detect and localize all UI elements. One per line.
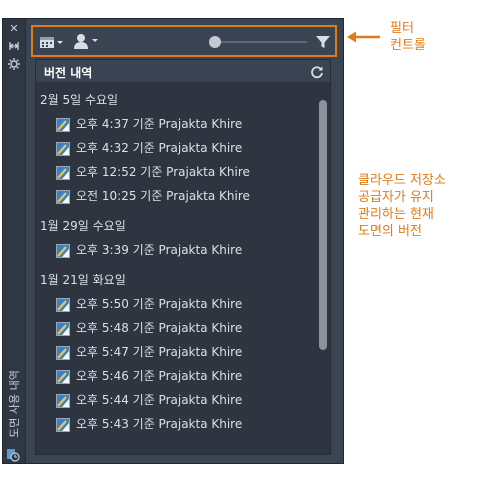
autohide-icon[interactable]: [7, 39, 21, 53]
version-item-label: 오후 5:50 기준 Prajakta Khire: [76, 297, 243, 311]
drawing-file-icon: [56, 297, 70, 312]
version-item[interactable]: 오후 4:32 기준 Prajakta Khire: [36, 136, 318, 160]
version-history-panel: 버전 내역 2월 5일 수요일오후 4:37 기준 Prajakta Khire…: [35, 59, 331, 455]
version-item[interactable]: 오후 5:50 기준 Prajakta Khire: [36, 292, 318, 316]
version-item[interactable]: 오후 12:52 기준 Prajakta Khire: [36, 160, 318, 184]
cloud-versions-callout: 클라우드 저장소 공급자가 유지 관리하는 현재 도면의 버전: [358, 173, 446, 239]
refresh-icon: [311, 66, 323, 79]
version-list: 2월 5일 수요일오후 4:37 기준 Prajakta Khire 오후 4:3…: [36, 82, 318, 436]
close-icon[interactable]: ✕: [7, 22, 21, 36]
filter-toolbar: [31, 25, 337, 57]
drawing-file-icon: [56, 345, 70, 360]
refresh-button[interactable]: [310, 64, 324, 79]
drawing-file-icon: [56, 189, 70, 204]
date-group-header: 2월 5일 수요일: [40, 93, 119, 107]
chevron-down-icon: [92, 39, 98, 42]
drawing-file-icon: [56, 141, 70, 156]
version-item[interactable]: 오후 5:47 기준 Prajakta Khire: [36, 340, 318, 364]
version-item-label: 오후 5:46 기준 Prajakta Khire: [76, 369, 243, 383]
drawing-history-icon: [6, 447, 20, 462]
drawing-file-icon: [56, 243, 70, 258]
drawing-file-icon: [56, 321, 70, 336]
drawing-file-icon: [56, 117, 70, 132]
version-item-label: 오후 5:48 기준 Prajakta Khire: [76, 321, 243, 335]
palette-vertical-title: 도면 사용 내역: [8, 370, 21, 438]
date-group-header: 1월 29일 수요일: [40, 219, 126, 233]
version-history-palette: ✕ 도면 사용 내역 버전 내역 2월 5일 수요일 오후 4:37 기준 Pr…: [2, 18, 344, 464]
version-item-label: 오후 5:44 기준 Prajakta Khire: [76, 393, 243, 407]
drawing-file-icon: [56, 393, 70, 408]
version-item[interactable]: 오전 10:25 기준 Prajakta Khire: [36, 184, 318, 208]
version-item[interactable]: 오후 3:39 기준 Prajakta Khire: [36, 238, 318, 262]
user-filter-button[interactable]: [73, 32, 101, 50]
filter-controls-callout: 필터 컨트롤: [390, 21, 426, 53]
properties-icon[interactable]: [7, 57, 21, 71]
callout-arrow: [347, 31, 380, 43]
version-item[interactable]: 오후 5:46 기준 Prajakta Khire: [36, 364, 318, 388]
slider-handle[interactable]: [209, 36, 221, 48]
filter-button[interactable]: [315, 34, 331, 50]
drawing-file-icon: [56, 417, 70, 432]
version-history-header: 버전 내역: [36, 60, 330, 82]
version-item-label: 오후 12:52 기준 Prajakta Khire: [76, 165, 250, 179]
funnel-icon: [316, 36, 330, 48]
version-item-label: 오후 4:37 기준 Prajakta Khire: [76, 117, 243, 131]
version-item-label: 오전 10:25 기준 Prajakta Khire: [76, 189, 250, 203]
slider-track: [215, 41, 307, 43]
drawing-file-icon: [56, 165, 70, 180]
time-range-slider[interactable]: [209, 35, 309, 49]
date-group-header: 1월 21일 화요일: [40, 273, 126, 287]
version-item-label: 오후 5:47 기준 Prajakta Khire: [76, 345, 243, 359]
version-item-label: 오후 3:39 기준 Prajakta Khire: [76, 243, 243, 257]
version-item-label: 오후 5:43 기준 Prajakta Khire: [76, 417, 243, 431]
scrollbar[interactable]: [319, 100, 327, 350]
version-item[interactable]: 오후 4:37 기준 Prajakta Khire: [36, 112, 318, 136]
palette-titlebar: ✕ 도면 사용 내역: [3, 19, 26, 463]
chevron-down-icon: [57, 41, 63, 44]
version-item[interactable]: 오후 5:44 기준 Prajakta Khire: [36, 388, 318, 412]
calendar-icon: [40, 37, 63, 48]
drawing-file-icon: [56, 369, 70, 384]
header-title: 버전 내역: [44, 66, 93, 80]
version-item[interactable]: 오후 5:48 기준 Prajakta Khire: [36, 316, 318, 340]
version-item[interactable]: 오후 5:43 기준 Prajakta Khire: [36, 412, 318, 436]
calendar-filter-button[interactable]: [39, 34, 65, 48]
user-icon: [74, 34, 98, 49]
version-item-label: 오후 4:32 기준 Prajakta Khire: [76, 141, 243, 155]
